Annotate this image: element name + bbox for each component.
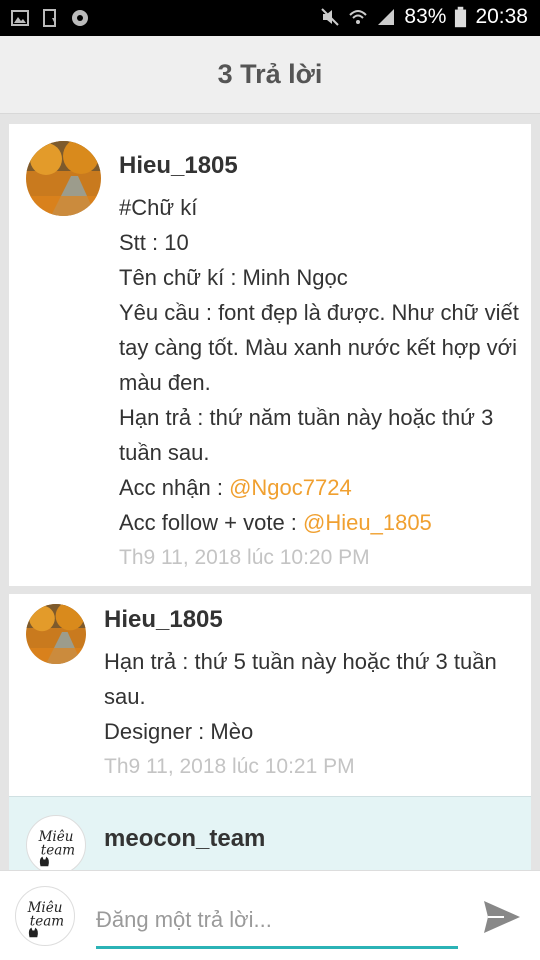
comment-line: Yêu cầu : font đẹp là được. Như chữ viết… [119,300,519,395]
reply-input[interactable] [96,893,458,949]
mention-link[interactable]: @Hieu_1805 [303,510,432,535]
comments-list[interactable]: Hieu_1805 #Chữ kí Stt : 10 Tên chữ kí : … [0,114,540,870]
comment-line: Stt : 10 [119,230,189,255]
comment-line: Designer : Mèo [104,719,254,744]
page-title: 3 Trả lời [217,59,323,89]
comment-line: Hạn trả : thứ năm tuần này hoặc thứ 3 tu… [119,405,494,465]
comment-line-acc-follow: Acc follow + vote : @Hieu_1805 [119,505,524,540]
mieu-team-logo-avatar: Miêu team [27,900,64,938]
signal-icon [378,9,395,25]
app-header: 3 Trả lời [0,36,540,114]
send-icon[interactable] [480,895,524,939]
acc-receive-label: Acc nhận : [119,475,230,500]
avatar-logo-text: team [30,914,64,930]
comment-timestamp: Th9 11, 2018 lúc 10:21 PM [104,755,355,778]
battery-percent: 83% [404,5,447,28]
mention-link[interactable]: @Ngoc7724 [229,475,352,500]
settings-notification-icon [72,10,88,26]
avatar[interactable] [26,141,101,216]
wifi-icon [349,10,368,24]
comment-username[interactable]: Hieu_1805 [119,152,238,180]
mute-icon [321,8,340,26]
comment-line: #Chữ kí [119,195,198,220]
status-bar: 83% 20:38 [0,0,540,36]
comment-item-highlighted: Miêu team meocon_team [9,796,531,870]
comment-item: Hieu_1805 Hạn trả : thứ 5 tuần này hoặc … [9,594,531,796]
comment-body: Hạn trả : thứ 5 tuần này hoặc thứ 3 tuần… [104,644,524,784]
mieu-team-logo-avatar: Miêu team [38,829,75,867]
acc-follow-label: Acc follow + vote : [119,510,304,535]
avatar[interactable]: Miêu team [26,815,86,870]
autumn-photo-avatar-image [26,604,86,664]
avatar[interactable] [26,604,86,664]
reply-composer: Miêu team [0,870,540,960]
comment-line-acc-receive: Acc nhận : @Ngoc7724 [119,470,524,505]
comment-username[interactable]: Hieu_1805 [104,606,223,634]
image-notification-icon [11,10,29,26]
download-notification-icon [43,9,56,27]
comment-line: Hạn trả : thứ 5 tuần này hoặc thứ 3 tuần… [104,649,497,709]
clock-time: 20:38 [475,5,528,28]
avatar-logo-text: team [41,843,75,859]
comment-item: Hieu_1805 #Chữ kí Stt : 10 Tên chữ kí : … [9,124,531,586]
comment-line: Tên chữ kí : Minh Ngọc [119,265,348,290]
my-avatar: Miêu team [15,886,75,946]
autumn-photo-avatar-image [26,141,101,216]
comment-username[interactable]: meocon_team [104,825,265,853]
comment-timestamp: Th9 11, 2018 lúc 10:20 PM [119,546,370,569]
battery-icon [455,6,467,28]
comment-body: #Chữ kí Stt : 10 Tên chữ kí : Minh Ngọc … [119,190,524,575]
